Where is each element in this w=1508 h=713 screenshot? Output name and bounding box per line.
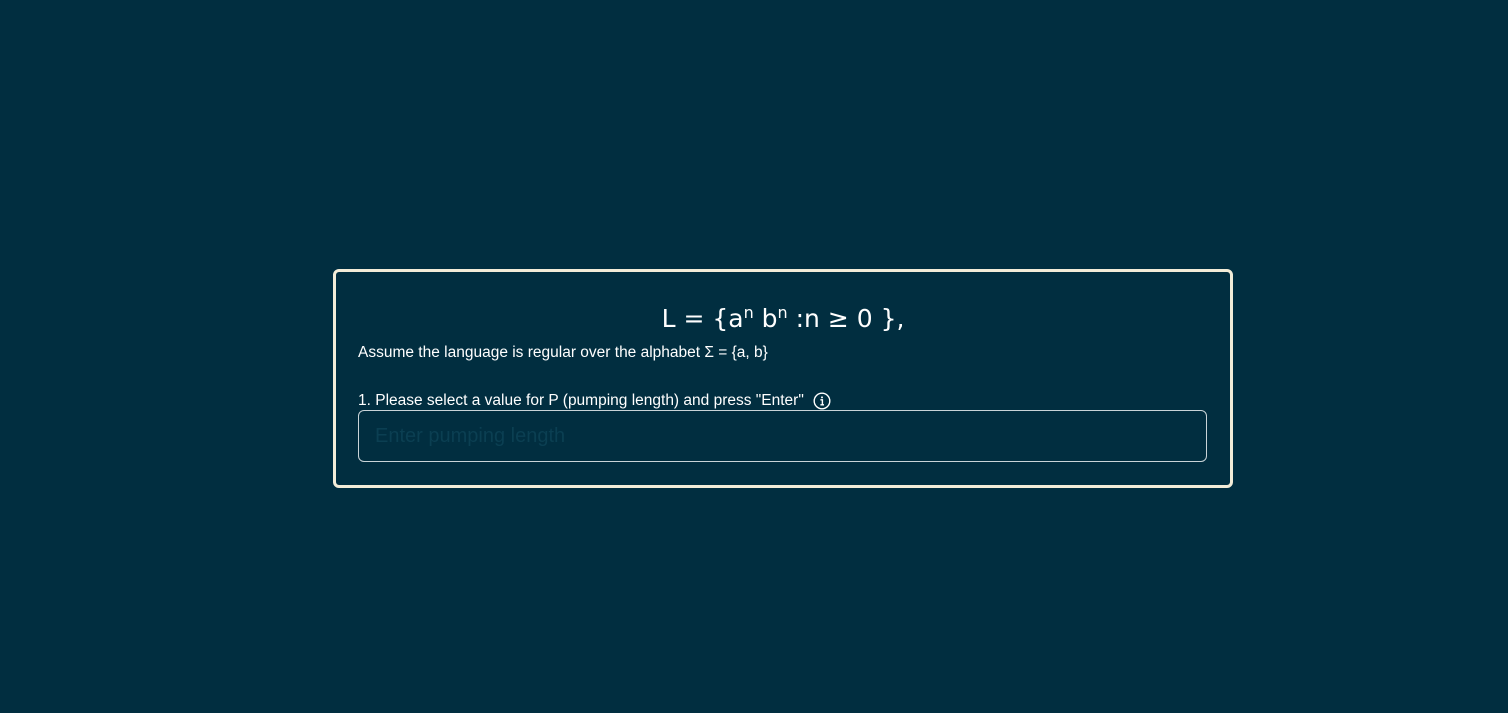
language-suffix: :n ≥ 0 }, bbox=[787, 304, 905, 333]
info-circle-icon[interactable] bbox=[813, 392, 831, 410]
alphabet-assumption: Assume the language is regular over the … bbox=[358, 344, 768, 361]
step1-prompt: 1. Please select a value for P (pumping … bbox=[358, 391, 831, 411]
step1-label: 1. Please select a value for P (pumping … bbox=[358, 392, 804, 409]
pumping-lemma-card: L = {an bn :n ≥ 0 }, Assume the language… bbox=[333, 269, 1233, 488]
language-exponent-a: n bbox=[743, 303, 754, 322]
language-prefix: L = {a bbox=[661, 304, 744, 333]
pumping-length-input[interactable] bbox=[358, 410, 1207, 462]
language-exponent-b: n bbox=[777, 303, 788, 322]
language-middle: b bbox=[753, 304, 778, 333]
language-definition: L = {an bn :n ≥ 0 }, bbox=[336, 302, 1230, 339]
